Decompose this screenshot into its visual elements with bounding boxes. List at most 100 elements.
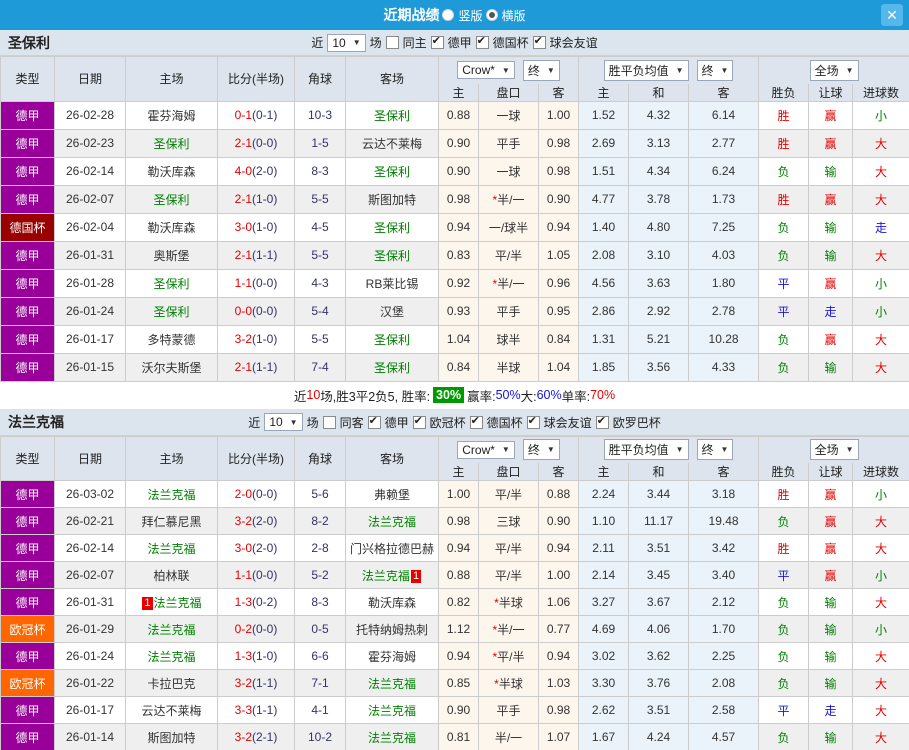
away-odds-cell: 0.94 [537,212,580,242]
final-mean-dropdown[interactable]: 终 ▼ [696,59,734,81]
home-team-cell: 1 法兰克福 [125,588,218,616]
halftime-score: (0-2) [252,595,278,609]
mean-away-cell: 3.40 [688,561,760,589]
close-icon[interactable]: ✕ [881,4,903,26]
layout-radio-horizontal[interactable]: 横版 [485,7,526,24]
goals-result-cell: 大 [852,240,909,270]
league-checkbox[interactable] [595,414,609,429]
fulltime-dropdown[interactable]: 全场 ▼ [809,59,859,81]
away-odds-cell: 0.90 [537,507,580,535]
odds-source-dropdown[interactable]: Crow* ▼ [457,61,515,80]
layout-radio-vertical[interactable]: 竖版 [442,7,483,24]
score-cell: 0-1(0-1) [217,100,295,130]
score-cell: 3-2(1-0) [217,324,295,354]
league-checkbox[interactable] [367,414,381,429]
away-team-name: 法兰克福 [367,676,416,691]
mean-odds-dropdown[interactable]: 胜平负均值 ▼ [603,59,689,81]
match-row: 德甲 26-01-24 圣保利 0-0(0-0) 5-4 汉堡 0.93 平手 0.95 2.86… [0,296,909,326]
mean-away-cell: 2.25 [688,642,760,670]
column-header: 主场 [125,435,218,481]
league-checkbox[interactable] [430,34,444,49]
home-team-cell: 沃尔夫斯堡 [125,352,218,382]
mean-draw-cell: 3.10 [628,240,690,270]
score-cell: 0-2(0-0) [217,615,295,643]
league-checkbox[interactable] [526,414,540,429]
match-count-dropdown[interactable]: 10 ▼ [264,413,303,431]
mean-odds-group: 胜平负均值 ▼ 终 ▼ [578,435,760,463]
goals-result-cell: 小 [852,615,909,643]
same-venue-checkbox[interactable] [322,415,336,429]
radio-unselected-icon[interactable] [442,9,455,21]
league-checkbox[interactable] [469,414,483,429]
summary-text: 10 [306,388,321,402]
results-table: 类型 日期 主场 比分(半场) 角球 客场 Crow* ▼ 终 ▼ 胜平负均值 ▼ 终 ▼ 全场 ▼ 主盘口客主… [0,435,909,750]
handicap-cell: *平/半 [478,642,539,670]
final-odds-dropdown[interactable]: 终 ▼ [522,439,560,461]
win-rate-badge: 30% [433,387,465,403]
away-odds-cell: 0.96 [537,268,580,298]
handicap-result-cell: 赢 [808,507,854,535]
handicap-value: 平手 [496,136,521,151]
radio-horizontal-label: 横版 [501,8,526,23]
home-team-name: 卡拉巴克 [147,676,196,691]
halftime-score: (0-1) [252,108,278,122]
mean-draw-cell: 3.62 [628,642,690,670]
mean-odds-dropdown[interactable]: 胜平负均值 ▼ [603,439,689,461]
column-header: 日期 [54,56,126,101]
mean-away-cell: 4.03 [688,240,760,270]
home-team-name: 斯图加特 [147,730,196,745]
sub-column-header: 主 [438,463,479,481]
handicap-result-cell: 输 [808,156,854,186]
home-odds-cell: 1.04 [438,324,479,354]
home-team-name: 云达不莱梅 [141,703,202,718]
away-team-name: 法兰克福 [361,568,410,583]
fulltime-group: 全场 ▼ [758,435,909,463]
handicap-result-cell: 赢 [808,184,854,214]
sub-column-header: 客 [537,463,580,481]
league-cell: 德甲 [0,642,55,670]
fulltime-dropdown[interactable]: 全场 ▼ [809,439,859,461]
league-checkbox[interactable] [475,34,489,49]
away-team-cell: 弗赖堡 [345,480,439,508]
home-odds-cell: 0.88 [438,100,479,130]
handicap-cell: *半/一 [478,184,539,214]
league-cell: 德甲 [0,324,55,354]
corner-cell: 5-6 [294,480,346,508]
match-count-dropdown[interactable]: 10 ▼ [327,33,366,52]
goals-result-cell: 大 [852,324,909,354]
away-team-cell: 法兰克福 [345,669,439,697]
corner-cell: 5-5 [294,240,346,270]
handicap-cell: 半球 [478,352,539,382]
handicap-value: 球半 [496,332,521,347]
final-odds-dropdown[interactable]: 终 ▼ [522,59,560,81]
league-checkbox[interactable] [532,34,546,49]
date-cell: 26-01-24 [54,642,126,670]
away-odds-cell: 0.94 [537,642,580,670]
date-cell: 26-02-07 [54,184,126,214]
dropdown-value: 终 [527,63,540,78]
mean-draw-cell: 3.56 [628,352,690,382]
summary-text: 赢率: [467,389,496,404]
dropdown-value: 终 [701,63,714,78]
odds-source-dropdown[interactable]: Crow* ▼ [457,440,515,459]
home-team-name: 奥斯堡 [153,248,190,263]
match-row: 德甲 26-01-15 沃尔夫斯堡 2-1(1-1) 7-4 圣保利 0.84 半球 1.04 1… [0,352,909,382]
league-cell: 德甲 [0,100,55,130]
radio-selected-icon[interactable] [485,9,498,21]
league-cell: 德甲 [0,507,55,535]
goals-result-cell: 大 [852,128,909,158]
goals-result-cell: 小 [852,296,909,326]
final-mean-dropdown[interactable]: 终 ▼ [696,439,734,461]
near-label: 近 [248,415,261,430]
mean-away-cell: 10.28 [688,324,760,354]
fulltime-score: 0-1 [234,108,252,122]
chevron-down-icon: ▼ [720,65,729,75]
date-cell: 26-01-22 [54,669,126,697]
halftime-score: (1-1) [252,248,278,262]
goals-result-cell: 大 [852,642,909,670]
handicap-value: 平/半 [494,248,523,263]
league-checkbox[interactable] [412,414,426,429]
same-venue-checkbox[interactable] [385,36,399,49]
home-team-cell: 拜仁慕尼黑 [125,507,218,535]
column-header: 类型 [0,56,55,101]
